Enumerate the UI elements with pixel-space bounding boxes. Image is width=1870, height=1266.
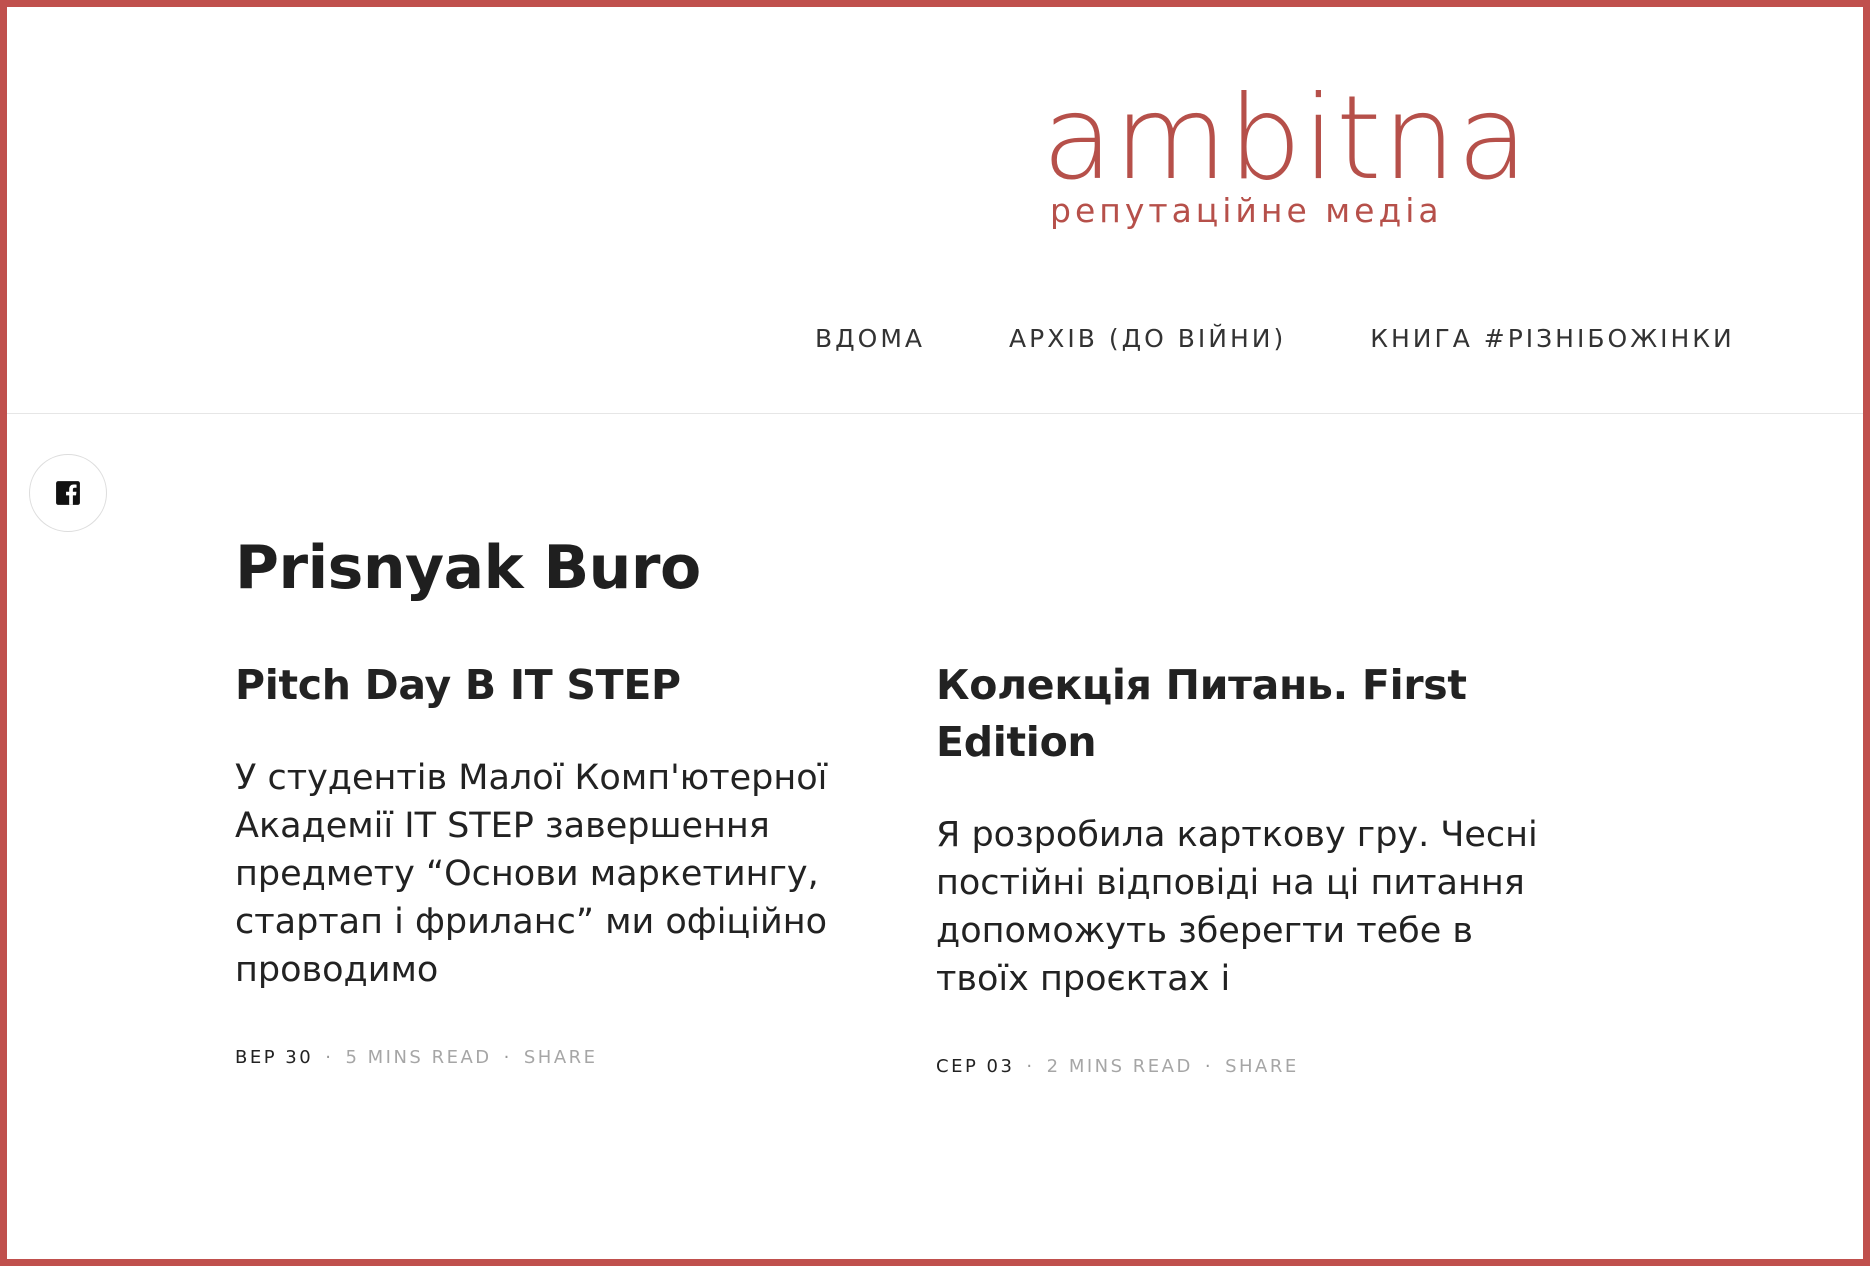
meta-separator: · [1026,1056,1035,1077]
post-share-link[interactable]: SHARE [1225,1056,1299,1077]
nav-item-book[interactable]: КНИГА #РІЗНІБОЖІНКИ [1370,321,1735,357]
post-title-link[interactable]: Pitch Day В IT STEP [235,657,875,714]
post-read-time: 5 MINS READ [345,1047,492,1068]
site-logo[interactable]: ambitna репутаційне медіа [1042,79,1528,239]
post-meta: СЕР 03 · 2 MINS READ · SHARE [936,1055,1576,1079]
logo-wordmark: ambitna [1042,71,1530,206]
post-read-time: 2 MINS READ [1046,1056,1193,1077]
post-meta: ВЕР 30 · 5 MINS READ · SHARE [235,1046,875,1070]
main-content: Prisnyak Buro Pitch Day В IT STEP У студ… [235,527,1715,1077]
nav-item-archive[interactable]: АРХІВ (ДО ВІЙНИ) [1009,321,1286,357]
post-excerpt: У студентів Малої Комп'ютерної Академії … [235,758,828,990]
post-excerpt: Я розробила карткову гру. Чесні постійні… [936,815,1538,999]
facebook-icon [56,481,80,505]
meta-separator: · [1204,1056,1214,1077]
site-header: ambitna репутаційне медіа ВДОМА АРХІВ (Д… [7,7,1863,414]
nav-item-home[interactable]: ВДОМА [815,321,925,357]
facebook-share-button[interactable] [29,454,107,532]
post-card: Pitch Day В IT STEP У студентів Малої Ко… [235,657,875,1070]
post-card: Колекція Питань. First Edition Я розроби… [936,657,1576,1079]
page-title: Prisnyak Buro [235,533,701,603]
logo-tagline: репутаційне медіа [1050,191,1443,230]
post-date: ВЕР 30 [235,1047,314,1068]
main-nav: ВДОМА АРХІВ (ДО ВІЙНИ) КНИГА #РІЗНІБОЖІН… [815,321,1735,357]
meta-separator: · [325,1047,334,1068]
post-share-link[interactable]: SHARE [524,1047,598,1068]
meta-separator: · [503,1047,512,1068]
page-frame: ambitna репутаційне медіа ВДОМА АРХІВ (Д… [0,0,1870,1266]
post-date: СЕР 03 [936,1056,1015,1077]
post-title-link[interactable]: Колекція Питань. First Edition [936,657,1576,771]
